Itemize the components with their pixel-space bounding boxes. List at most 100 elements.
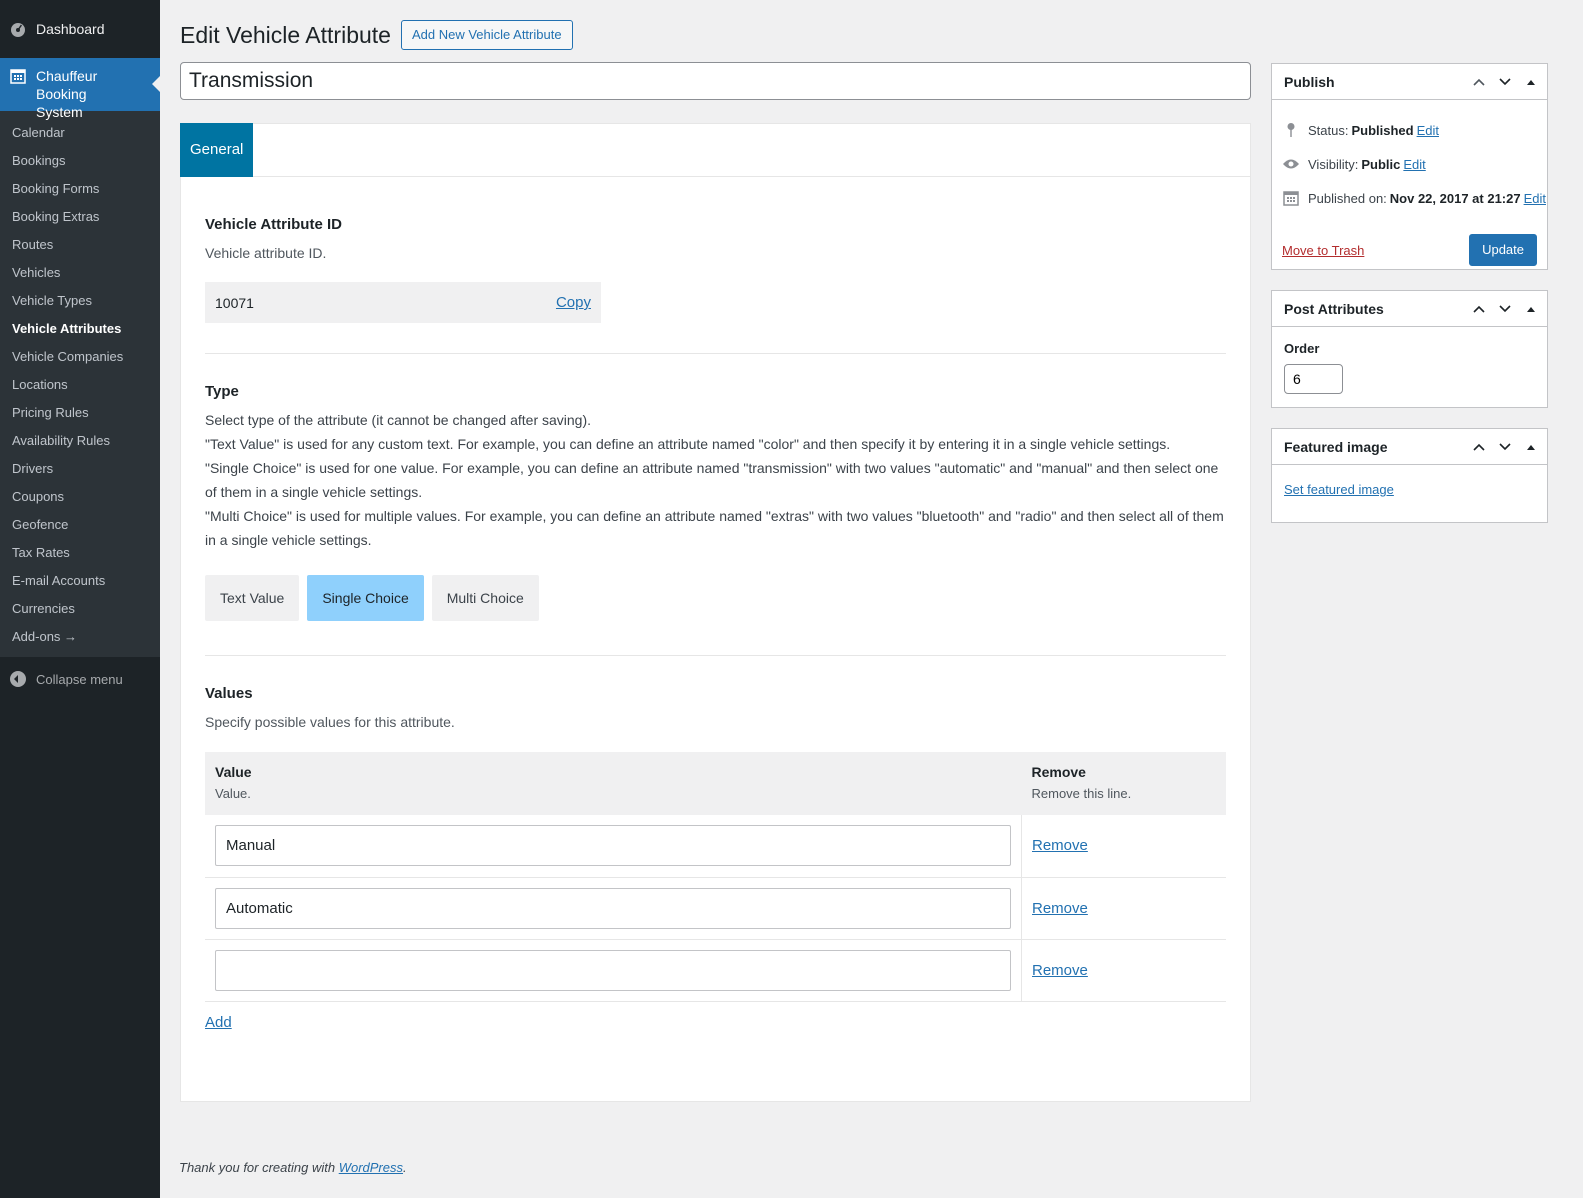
- submenu-geofence[interactable]: Geofence: [0, 511, 160, 539]
- table-row: Remove: [205, 939, 1226, 1002]
- status-label: Status:: [1308, 122, 1349, 138]
- column-value-desc: Value.: [215, 786, 251, 801]
- collapse-menu-button[interactable]: Collapse menu: [0, 661, 160, 697]
- chevron-up-icon[interactable]: [1469, 72, 1489, 92]
- submenu-currencies[interactable]: Currencies: [0, 595, 160, 623]
- type-title: Type: [205, 383, 239, 400]
- order-label: Order: [1284, 341, 1320, 356]
- main-settings-box: General Vehicle Attribute ID Vehicle att…: [180, 123, 1251, 1102]
- publish-box-title: Publish: [1284, 73, 1335, 90]
- submenu-vehicles[interactable]: Vehicles: [0, 259, 160, 287]
- visibility-value: Public: [1361, 156, 1401, 172]
- type-choice-group: Text Value Single Choice Multi Choice: [205, 575, 1226, 621]
- eye-icon: [1282, 158, 1300, 170]
- published-on-row: Published on: Nov 22, 2017 at 21:27 Edit: [1272, 181, 1547, 215]
- post-attributes-body: Order: [1272, 327, 1547, 394]
- post-attributes-title: Post Attributes: [1284, 300, 1384, 317]
- type-section: Type Select type of the attribute (it ca…: [181, 354, 1250, 621]
- type-desc-line: Select type of the attribute (it cannot …: [205, 412, 592, 428]
- footer-suffix: .: [403, 1160, 407, 1175]
- tab-bar: General: [180, 123, 1250, 177]
- attribute-id-desc: Vehicle attribute ID.: [205, 245, 327, 261]
- add-new-vehicle-attribute-button[interactable]: Add New Vehicle Attribute: [400, 20, 573, 50]
- published-on-label: Published on:: [1308, 190, 1387, 206]
- collapse-arrow-icon: [10, 671, 26, 687]
- type-single-choice-button[interactable]: Single Choice: [307, 575, 424, 621]
- status-value: Published: [1351, 122, 1414, 138]
- value-input[interactable]: [215, 887, 1011, 929]
- caret-up-icon[interactable]: [1521, 299, 1541, 319]
- featured-image-header: Featured image: [1272, 429, 1547, 465]
- submenu-addons[interactable]: Add-ons →: [0, 623, 160, 651]
- submenu-calendar[interactable]: Calendar: [0, 119, 160, 147]
- chevron-down-icon[interactable]: [1495, 299, 1515, 319]
- page-title: Edit Vehicle Attribute: [180, 21, 391, 48]
- add-value-link[interactable]: Add: [205, 1014, 232, 1031]
- submenu-email-accounts[interactable]: E-mail Accounts: [0, 567, 160, 595]
- submenu-drivers[interactable]: Drivers: [0, 455, 160, 483]
- chevron-down-icon[interactable]: [1495, 437, 1515, 457]
- post-attributes-header: Post Attributes: [1272, 291, 1547, 327]
- tab-general[interactable]: General: [180, 123, 254, 177]
- submenu-vehicle-companies[interactable]: Vehicle Companies: [0, 343, 160, 371]
- values-table: Value Value. Remove Remove this line. Re…: [205, 752, 1226, 1002]
- featured-image-title: Featured image: [1284, 438, 1388, 455]
- chevron-down-icon[interactable]: [1495, 72, 1515, 92]
- menu-dashboard[interactable]: Dashboard: [0, 0, 160, 58]
- table-row: Remove: [205, 815, 1226, 878]
- edit-visibility-link[interactable]: Edit: [1403, 157, 1425, 172]
- type-text-value-button[interactable]: Text Value: [205, 575, 300, 621]
- submenu-tax-rates[interactable]: Tax Rates: [0, 539, 160, 567]
- visibility-row: Visibility: Public Edit: [1272, 147, 1547, 181]
- edit-status-link[interactable]: Edit: [1417, 123, 1439, 138]
- value-input[interactable]: [215, 949, 1011, 991]
- submenu-bookings[interactable]: Bookings: [0, 147, 160, 175]
- admin-sidebar: Dashboard Chauffeur Booking System Calen…: [0, 0, 160, 1198]
- submenu-coupons[interactable]: Coupons: [0, 483, 160, 511]
- values-section: Values Specify possible values for this …: [181, 656, 1250, 1031]
- wordpress-link[interactable]: WordPress: [339, 1160, 403, 1175]
- visibility-label: Visibility:: [1308, 156, 1359, 172]
- dashboard-icon: [10, 21, 26, 37]
- post-title-input[interactable]: [180, 62, 1251, 100]
- table-row: Remove: [205, 877, 1226, 940]
- submenu-locations[interactable]: Locations: [0, 371, 160, 399]
- submenu-booking-extras[interactable]: Booking Extras: [0, 203, 160, 231]
- status-row: Status: Published Edit: [1272, 113, 1547, 147]
- menu-dashboard-label: Dashboard: [36, 21, 105, 37]
- publish-actions: Move to Trash Update: [1272, 225, 1547, 275]
- attribute-id-section: Vehicle Attribute ID Vehicle attribute I…: [181, 177, 1250, 323]
- update-button[interactable]: Update: [1469, 234, 1537, 266]
- type-desc-line: "Text Value" is used for any custom text…: [205, 436, 1171, 452]
- move-to-trash-link[interactable]: Move to Trash: [1282, 243, 1364, 258]
- type-multi-choice-button[interactable]: Multi Choice: [431, 575, 539, 621]
- remove-row-link[interactable]: Remove: [1032, 837, 1088, 854]
- submenu-pricing-rules[interactable]: Pricing Rules: [0, 399, 160, 427]
- submenu-vehicle-types[interactable]: Vehicle Types: [0, 287, 160, 315]
- submenu-booking-forms[interactable]: Booking Forms: [0, 175, 160, 203]
- box-controls: [1469, 72, 1547, 92]
- submenu-routes[interactable]: Routes: [0, 231, 160, 259]
- caret-up-icon[interactable]: [1521, 437, 1541, 457]
- attribute-id-title: Vehicle Attribute ID: [205, 216, 342, 233]
- edit-date-link[interactable]: Edit: [1524, 191, 1546, 206]
- submenu-availability-rules[interactable]: Availability Rules: [0, 427, 160, 455]
- chevron-up-icon[interactable]: [1469, 299, 1489, 319]
- calendar-icon: [10, 68, 26, 84]
- remove-row-link[interactable]: Remove: [1032, 962, 1088, 979]
- value-input[interactable]: [215, 825, 1011, 867]
- post-attributes-box: Post Attributes Order: [1271, 290, 1548, 408]
- chevron-up-icon[interactable]: [1469, 437, 1489, 457]
- menu-chauffeur-booking-system[interactable]: Chauffeur Booking System: [0, 58, 160, 120]
- caret-up-icon[interactable]: [1521, 72, 1541, 92]
- calendar-icon: [1282, 190, 1300, 206]
- order-input[interactable]: [1284, 364, 1343, 394]
- submenu-vehicle-attributes[interactable]: Vehicle Attributes: [0, 315, 160, 343]
- remove-row-link[interactable]: Remove: [1032, 900, 1088, 917]
- copy-id-link[interactable]: Copy: [556, 294, 591, 311]
- page-header: Edit Vehicle Attribute Add New Vehicle A…: [180, 20, 573, 50]
- set-featured-image-link[interactable]: Set featured image: [1284, 482, 1394, 497]
- attribute-id-box: 10071 Copy: [205, 282, 601, 323]
- values-title: Values: [205, 685, 253, 702]
- remove-cell: Remove: [1021, 815, 1226, 878]
